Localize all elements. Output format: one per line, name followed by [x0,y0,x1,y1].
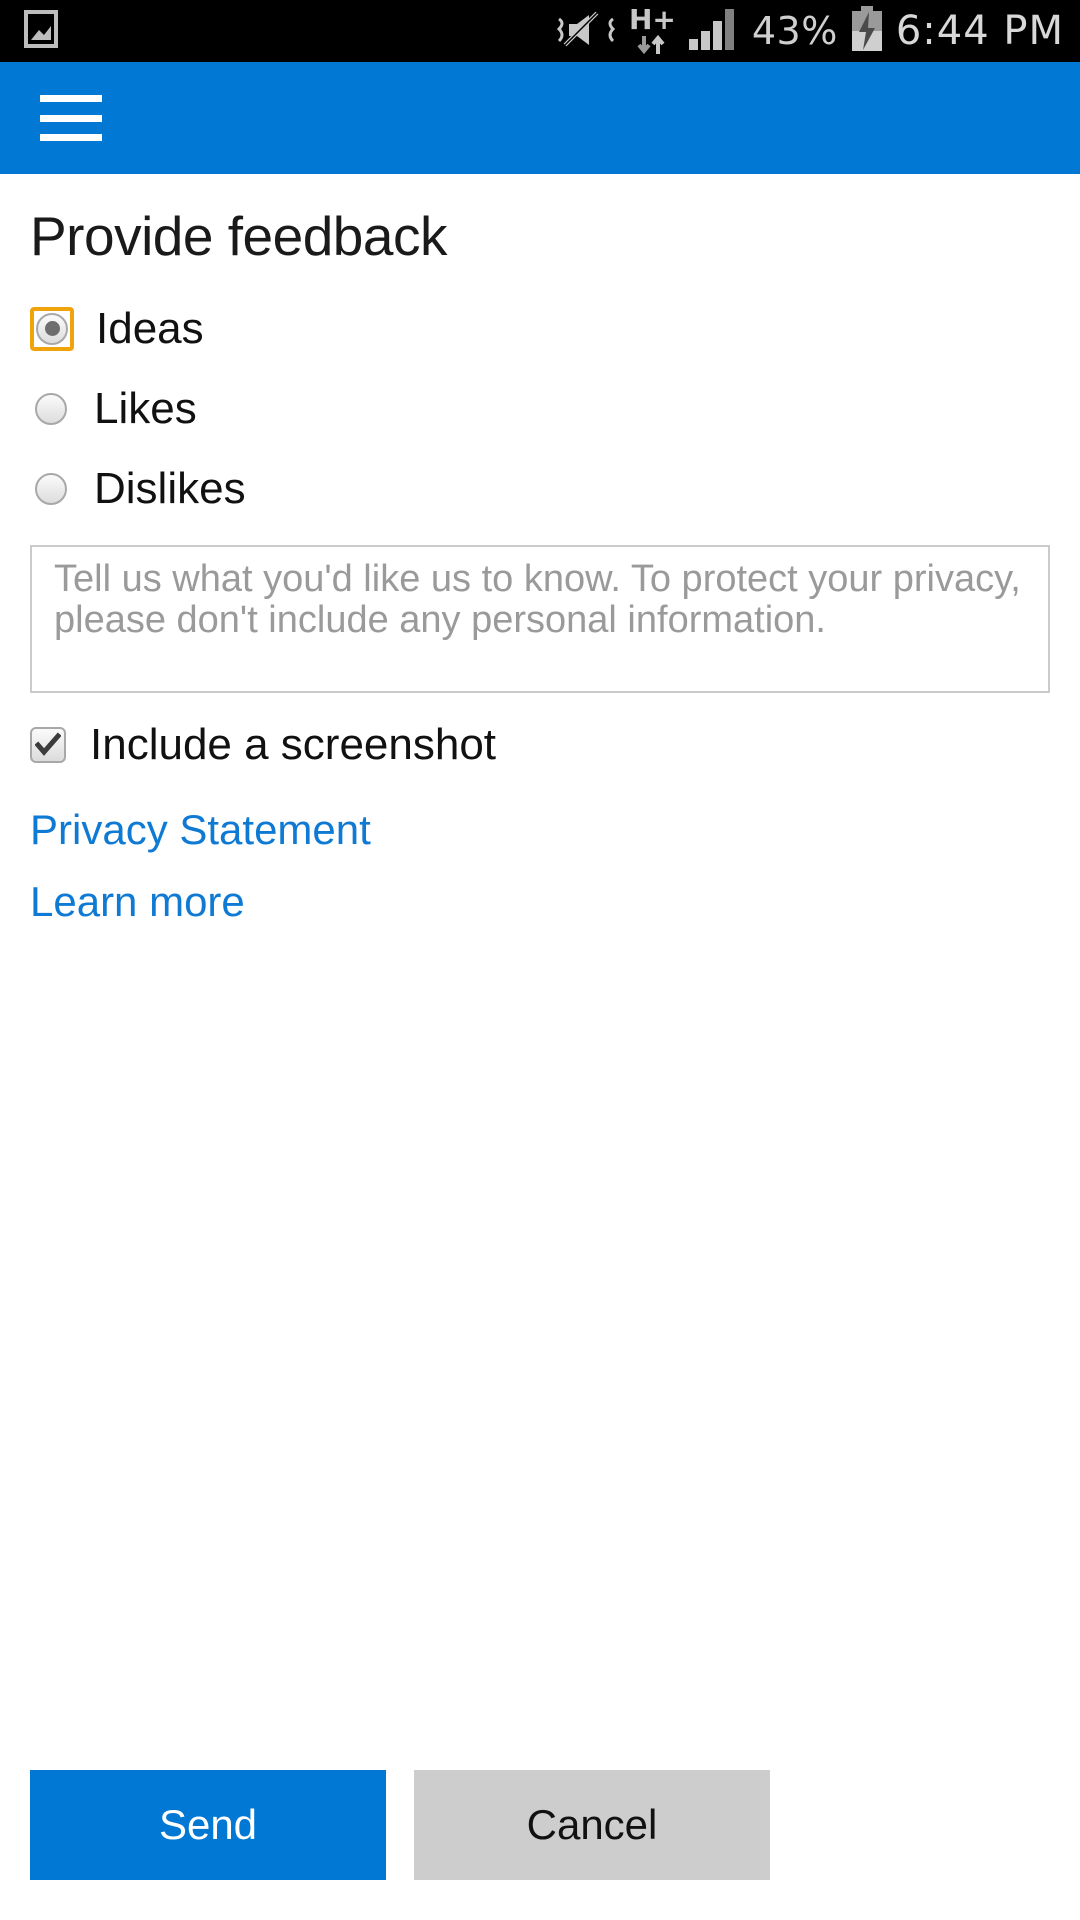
radio-dislikes-box [30,468,72,510]
status-bar-right-icons: H+ 43% 6:44 PM [555,5,1064,57]
radio-ideas-icon [36,312,68,345]
signal-bars-icon [688,7,740,56]
page-title: Provide feedback [30,205,448,267]
battery-percent-label: 43% [751,9,838,53]
radio-option-likes[interactable]: Likes [30,369,1050,449]
battery-charging-icon [850,5,884,57]
hamburger-line-2 [40,114,102,122]
vibrate-mute-icon [555,7,617,56]
radio-option-ideas[interactable]: Ideas [30,289,1050,369]
radio-likes-icon [35,392,67,425]
hamburger-menu-icon[interactable] [40,95,102,141]
include-screenshot-label: Include a screenshot [90,719,497,769]
feedback-form: Provide feedback Ideas Likes Dislikes Te… [0,174,1080,1770]
hamburger-line-3 [40,134,102,141]
checkmark-icon [35,731,61,756]
radio-ideas-selected-dot [44,321,60,336]
cancel-button[interactable]: Cancel [414,1770,770,1880]
radio-ideas-focus-ring [30,306,74,351]
feedback-comment-input[interactable] [30,544,1050,693]
include-screenshot-option[interactable]: Include a screenshot [30,707,1050,783]
clock-label: 6:44 PM [895,8,1064,54]
hplus-data-icon: H+ [629,6,676,56]
screenshot-image-icon [24,9,58,54]
android-status-bar: H+ 43% 6:44 PM [0,0,1080,62]
radio-likes-box [30,388,72,430]
radio-option-dislikes[interactable]: Dislikes [30,449,1050,529]
send-button[interactable]: Send [30,1770,386,1880]
include-screenshot-checkbox[interactable] [30,726,66,763]
hamburger-line-1 [40,95,102,102]
status-bar-left-icons [24,9,58,54]
radio-option-likes-label: Likes [94,383,197,433]
form-action-bar: Send Cancel [0,1770,1080,1920]
phone-screen: H+ 43% 6:44 PM Provide feedback Ideas Li… [0,0,1080,1920]
privacy-statement-link[interactable]: Privacy Statement [30,808,371,851]
radio-option-dislikes-label: Dislikes [94,463,246,513]
radio-option-ideas-label: Ideas [96,303,204,353]
radio-dislikes-icon [35,472,67,505]
app-header-bar [0,62,1080,174]
learn-more-link[interactable]: Learn more [30,880,245,923]
